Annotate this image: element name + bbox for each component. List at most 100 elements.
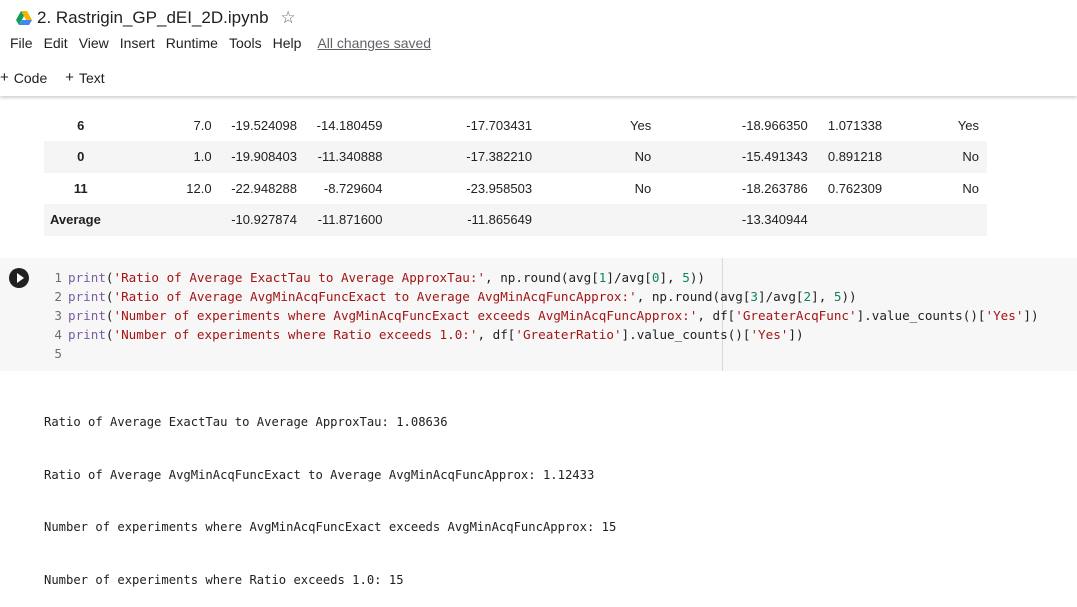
line-number: 4 — [54, 327, 62, 342]
add-code-button[interactable]: + Code — [0, 69, 47, 86]
table-cell: -8.729604 — [297, 172, 383, 204]
code-token: 'Number of experiments where Ratio excee… — [113, 327, 478, 342]
code-token: ]) — [788, 327, 804, 342]
add-text-label: Text — [79, 69, 105, 86]
line-number: 1 — [54, 270, 62, 285]
line-number: 5 — [54, 346, 62, 361]
table-cell: No — [882, 172, 987, 204]
table-cell: -22.948288 — [211, 172, 297, 204]
toolbar: + Code + Text — [0, 69, 123, 86]
save-status[interactable]: All changes saved — [317, 35, 431, 51]
add-code-label: Code — [13, 69, 48, 86]
table-row-average: Average -10.927874 -11.871600 -11.865649… — [44, 204, 987, 236]
table-cell: -23.958503 — [382, 172, 533, 204]
table-cell — [117, 204, 212, 236]
code-token: 'Yes' — [985, 308, 1024, 323]
line-number: 3 — [54, 308, 62, 323]
notebook-title[interactable]: 2. Rastrigin_GP_dEI_2D.ipynb — [37, 8, 269, 28]
code-token: )) — [841, 289, 857, 304]
table-cell: No — [882, 141, 987, 173]
table-cell — [807, 204, 883, 236]
code-token: 3 — [750, 289, 759, 304]
code-cell[interactable]: 1 print('Ratio of Average ExactTau to Ave… — [0, 258, 1077, 371]
code-token: 5 — [833, 289, 842, 304]
code-token: print — [68, 270, 106, 285]
menu-bar: File Edit View Insert Runtime Tools Help… — [10, 35, 431, 51]
code-token: 1 — [598, 270, 607, 285]
table-cell: -19.908403 — [211, 141, 297, 173]
table-cell: -13.340944 — [651, 204, 808, 236]
code-token: 'GreaterRatio' — [515, 327, 622, 342]
title-row: 2. Rastrigin_GP_dEI_2D.ipynb ☆ — [16, 6, 296, 30]
run-cell-button[interactable] — [9, 268, 29, 288]
row-index: Average — [44, 204, 118, 236]
table-row: 0 1.0 -19.908403 -11.340888 -17.382210 N… — [44, 141, 987, 173]
table-cell: -11.865649 — [382, 204, 533, 236]
code-token: print — [68, 327, 106, 342]
menu-insert[interactable]: Insert — [120, 35, 155, 51]
code-token: ( — [105, 308, 114, 323]
output-line: Ratio of Average AvgMinAcqFuncExact to A… — [44, 467, 595, 482]
output-line: Number of experiments where AvgMinAcqFun… — [44, 520, 617, 534]
table-cell: 0.762309 — [807, 172, 883, 204]
plus-icon: + — [0, 69, 9, 86]
code-line: 2 print('Ratio of Average AvgMinAcqFuncEx… — [38, 287, 857, 306]
line-number: 2 — [54, 289, 62, 304]
table-cell: -14.180459 — [297, 109, 383, 141]
code-token: ( — [105, 289, 114, 304]
table-cell: No — [532, 141, 652, 173]
output-line: Ratio of Average ExactTau to Average App… — [44, 415, 448, 429]
code-token: 'Ratio of Average ExactTau to Average Ap… — [113, 270, 486, 285]
code-token: , np.round(avg[ — [485, 270, 599, 285]
table-cell: -15.491343 — [651, 141, 808, 173]
table-cell — [532, 204, 652, 236]
table-cell: Yes — [882, 109, 987, 141]
table-cell: -17.382210 — [382, 141, 533, 173]
code-token: print — [68, 308, 106, 323]
code-line: 5 — [38, 344, 68, 363]
menu-tools[interactable]: Tools — [229, 35, 262, 51]
table-cell: 12.0 — [117, 172, 212, 204]
plus-icon: + — [65, 69, 74, 86]
table-cell: 0.891218 — [807, 141, 883, 173]
code-token: ( — [105, 270, 114, 285]
cell-output: Ratio of Average ExactTau to Average App… — [44, 379, 616, 607]
output-line: Number of experiments where Ratio exceed… — [44, 572, 404, 587]
code-token: ], — [659, 270, 683, 285]
menu-edit[interactable]: Edit — [44, 35, 68, 51]
code-token: , df[ — [477, 327, 516, 342]
dataframe-output: 6 7.0 -19.524098 -14.180459 -17.703431 Y… — [44, 78, 987, 236]
star-icon[interactable]: ☆ — [281, 8, 296, 28]
table-cell: -10.927874 — [211, 204, 297, 236]
menu-view[interactable]: View — [79, 35, 109, 51]
code-token: 'Number of experiments where AvgMinAcqFu… — [113, 308, 698, 323]
code-token: 5 — [682, 270, 690, 285]
row-index: 11 — [44, 172, 118, 204]
menu-runtime[interactable]: Runtime — [166, 35, 218, 51]
row-index: 0 — [44, 141, 118, 173]
table-cell: -19.524098 — [211, 109, 297, 141]
table-row: 6 7.0 -19.524098 -14.180459 -17.703431 Y… — [44, 109, 987, 141]
code-token: 2 — [803, 289, 812, 304]
notebook-header: 2. Rastrigin_GP_dEI_2D.ipynb ☆ File Edit… — [0, 0, 1077, 96]
table-cell: -11.340888 — [297, 141, 383, 173]
table-cell: 7.0 — [117, 109, 212, 141]
table-row: 11 12.0 -22.948288 -8.729604 -23.958503 … — [44, 172, 987, 204]
code-token: ].value_counts()[ — [621, 327, 751, 342]
code-token: 'Ratio of Average AvgMinAcqFuncExact to … — [113, 289, 637, 304]
code-token: ]) — [1023, 308, 1039, 323]
table-cell: -11.871600 — [297, 204, 383, 236]
code-token: ]/avg[ — [758, 289, 804, 304]
google-drive-icon[interactable] — [16, 11, 32, 25]
dataframe-table: 6 7.0 -19.524098 -14.180459 -17.703431 Y… — [44, 78, 987, 236]
menu-file[interactable]: File — [10, 35, 33, 51]
table-cell: 1.0 — [117, 141, 212, 173]
row-index: 6 — [44, 109, 118, 141]
table-cell — [882, 204, 987, 236]
menu-help[interactable]: Help — [273, 35, 302, 51]
table-cell: 1.071338 — [807, 109, 883, 141]
table-cell: No — [532, 172, 652, 204]
add-text-button[interactable]: + Text — [65, 69, 104, 86]
code-editor[interactable]: 1 print('Ratio of Average ExactTau to Ave… — [38, 258, 1077, 371]
code-line: 1 print('Ratio of Average ExactTau to Ave… — [38, 268, 705, 287]
